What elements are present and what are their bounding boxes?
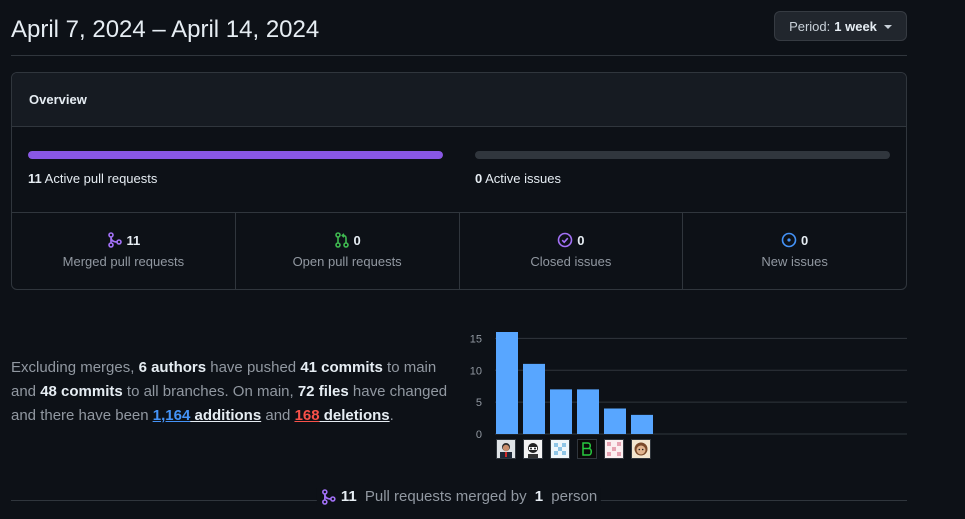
author-avatar-4[interactable]: [577, 439, 597, 459]
additions-deletions-link[interactable]: 1,164 additions and 168 deletions: [153, 407, 390, 424]
overview-title: Overview: [12, 73, 906, 127]
commit-bar-4[interactable]: [577, 389, 599, 434]
date-range-title: April 7, 2024 – April 14, 2024: [11, 16, 320, 43]
closed-issues-label: Closed issues: [530, 254, 612, 269]
author-avatar-3[interactable]: [550, 439, 570, 459]
active-issues-count: 0: [475, 171, 483, 186]
commit-bar-5[interactable]: [604, 408, 626, 435]
authors-count: 6 authors: [138, 359, 207, 376]
summary-text: .: [389, 407, 394, 424]
commit-bar-1[interactable]: [496, 332, 518, 434]
commit-summary: Excluding merges, 6 authors have pushed …: [11, 356, 463, 428]
additions-count: 1,164: [152, 407, 191, 424]
author-avatar-1[interactable]: [496, 439, 516, 459]
new-issues-count: 0: [801, 232, 809, 248]
issue-closed-icon: [557, 232, 573, 248]
merged-count: 11: [340, 488, 357, 505]
pull-requests-merged-heading: 11 Pull requests merged by 1 person: [316, 488, 602, 505]
period-dropdown-button[interactable]: Period: 1 week: [774, 11, 907, 41]
merged-pull-requests-count: 11: [126, 232, 141, 248]
commit-bar-2[interactable]: [523, 363, 545, 434]
y-tick-label: 15: [470, 333, 482, 345]
open-pull-requests-count: 0: [353, 232, 361, 248]
person-text: person: [547, 488, 598, 505]
merged-pull-requests-label: Merged pull requests: [62, 254, 185, 269]
active-pull-requests-link[interactable]: 11 Active pull requests: [28, 171, 157, 186]
deletions-count: 168: [294, 407, 320, 424]
pull-requests-progress-bar[interactable]: [28, 151, 443, 159]
overview-stats: 11 Merged pull requests 0 Open pull requ…: [12, 213, 906, 289]
commit-bar-6[interactable]: [631, 414, 653, 434]
y-tick-label: 5: [476, 397, 482, 409]
commit-bar-3[interactable]: [550, 389, 572, 434]
commits-all-count: 48 commits: [40, 383, 123, 400]
caret-down-icon: [883, 24, 892, 29]
summary-text: have pushed: [206, 359, 301, 376]
active-pull-requests-label: Active pull requests: [44, 171, 158, 186]
y-tick-label: 0: [476, 429, 482, 441]
people-count: 1: [534, 488, 544, 505]
stat-closed-issues[interactable]: 0 Closed issues: [460, 213, 684, 289]
issue-opened-icon: [781, 232, 797, 248]
overview-bars: 11 Active pull requests 0 Active issues: [12, 127, 906, 213]
author-avatar-5[interactable]: [604, 439, 624, 459]
active-issues-label: Active issues: [485, 171, 562, 186]
summary-text: and: [261, 407, 295, 424]
author-avatar-2[interactable]: [523, 439, 543, 459]
pull-requests-progress-fill: [28, 151, 443, 159]
additions-word: additions: [190, 407, 262, 424]
closed-issues-count: 0: [577, 232, 585, 248]
git-merge-icon: [107, 232, 122, 248]
git-merge-icon: [322, 488, 336, 505]
files-changed-count: 72 files: [297, 383, 349, 400]
stat-new-issues[interactable]: 0 New issues: [683, 213, 906, 289]
commits-main-count: 41 commits: [300, 359, 383, 376]
active-issues-link[interactable]: 0 Active issues: [475, 171, 561, 186]
new-issues-label: New issues: [761, 254, 828, 269]
period-value: 1 week: [834, 18, 877, 34]
deletions-word: deletions: [319, 407, 390, 424]
issues-progress-bar[interactable]: [475, 151, 890, 159]
y-tick-label: 10: [470, 365, 482, 377]
stat-merged-pull-requests[interactable]: 11 Merged pull requests: [12, 213, 236, 289]
period-prefix: Period:: [789, 18, 831, 34]
summary-text: Excluding merges,: [11, 359, 139, 376]
git-pull-request-icon: [334, 232, 349, 248]
active-pull-requests-count: 11: [28, 171, 42, 186]
open-pull-requests-label: Open pull requests: [292, 254, 402, 269]
pull-requests-merged-section: 11 Pull requests merged by 1 person: [11, 486, 907, 510]
stat-open-pull-requests[interactable]: 0 Open pull requests: [236, 213, 460, 289]
merged-text: Pull requests merged by: [360, 488, 531, 505]
author-avatar-6[interactable]: [631, 439, 651, 459]
overview-panel: Overview 11 Active pull requests 0 Activ…: [11, 72, 907, 290]
pulse-page: April 7, 2024 – April 14, 2024 Period: 1…: [0, 0, 965, 519]
page-header: April 7, 2024 – April 14, 2024 Period: 1…: [11, 0, 907, 56]
summary-text: to all branches. On main,: [122, 383, 298, 400]
